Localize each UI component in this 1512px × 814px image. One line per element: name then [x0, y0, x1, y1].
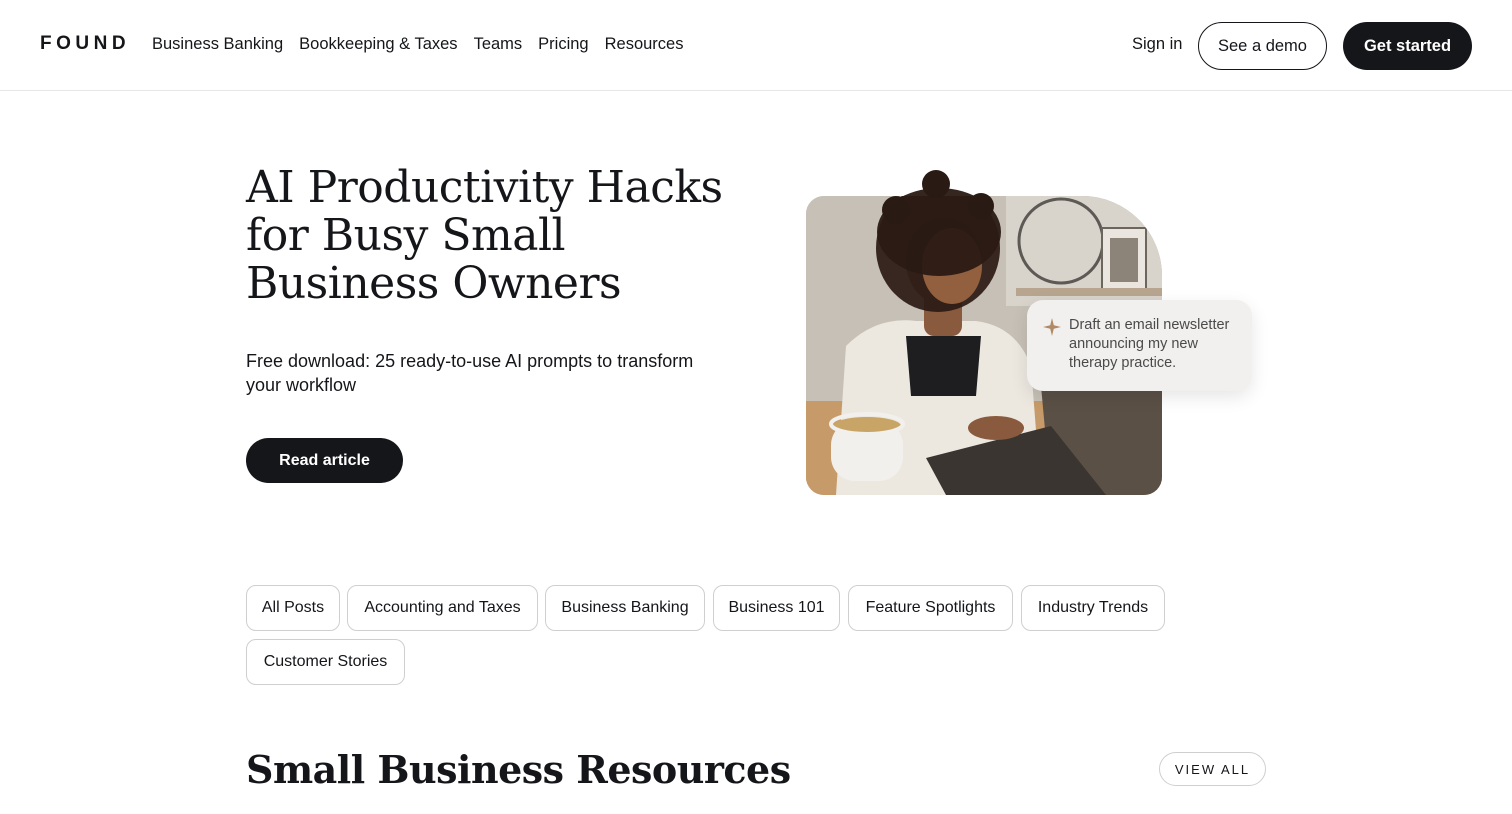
read-article-button[interactable]: Read article: [246, 438, 403, 483]
logo[interactable]: FOUND: [40, 33, 130, 55]
filter-business-101[interactable]: Business 101: [713, 585, 840, 631]
sign-in-link[interactable]: Sign in: [1132, 35, 1182, 54]
nav-business-banking[interactable]: Business Banking: [152, 35, 283, 54]
site-header: FOUND Business Banking Bookkeeping & Tax…: [0, 0, 1512, 91]
nav-pricing[interactable]: Pricing: [538, 35, 588, 54]
hero-subtitle: Free download: 25 ready-to-use AI prompt…: [246, 351, 694, 395]
ai-prompt-card: Draft an email newsletter announcing my …: [1027, 300, 1252, 391]
nav-resources[interactable]: Resources: [605, 35, 684, 54]
hero-title: AI Productivity Hacks for Busy Small Bus…: [246, 162, 723, 309]
filter-all-posts[interactable]: All Posts: [246, 585, 340, 631]
view-all-button[interactable]: VIEW ALL: [1159, 752, 1266, 786]
filter-business-banking[interactable]: Business Banking: [545, 585, 705, 631]
sparkle-icon: [1043, 318, 1061, 336]
see-demo-button[interactable]: See a demo: [1198, 22, 1327, 70]
filter-feature-spotlights[interactable]: Feature Spotlights: [848, 585, 1013, 631]
filter-accounting-taxes[interactable]: Accounting and Taxes: [347, 585, 538, 631]
section-title: Small Business Resources: [246, 747, 791, 792]
filter-industry-trends[interactable]: Industry Trends: [1021, 585, 1165, 631]
get-started-button[interactable]: Get started: [1343, 22, 1472, 70]
main-nav: Business Banking Bookkeeping & Taxes Tea…: [152, 35, 683, 54]
filter-customer-stories[interactable]: Customer Stories: [246, 639, 405, 685]
nav-bookkeeping-taxes[interactable]: Bookkeeping & Taxes: [299, 35, 457, 54]
nav-teams[interactable]: Teams: [474, 35, 523, 54]
ai-prompt-text: Draft an email newsletter announcing my …: [1069, 317, 1230, 371]
hero-hair-overflow: [877, 170, 1001, 276]
